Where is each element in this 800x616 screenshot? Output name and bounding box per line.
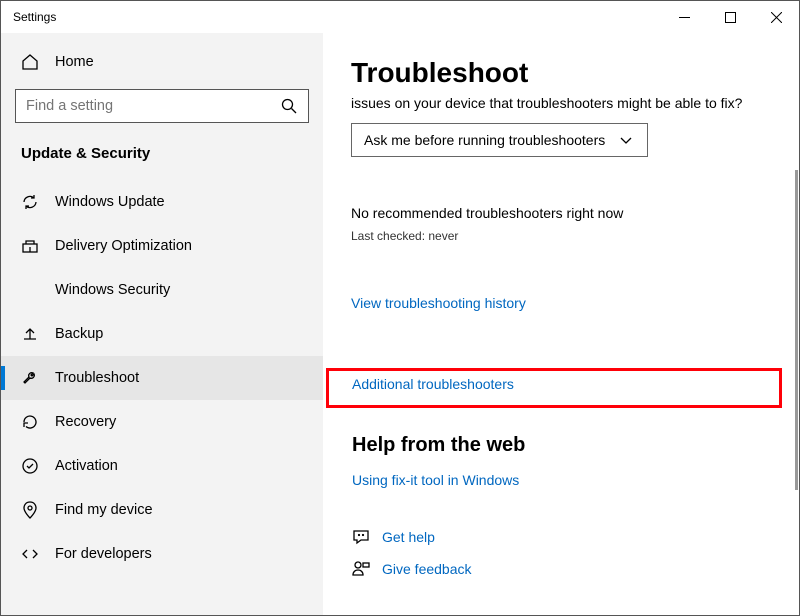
code-icon <box>21 545 39 563</box>
maximize-button[interactable] <box>707 1 753 33</box>
scrollbar[interactable] <box>795 170 798 490</box>
give-feedback-link[interactable]: Give feedback <box>352 560 472 578</box>
status-sub: Last checked: never <box>351 229 769 243</box>
nav-label: Windows Security <box>55 282 170 298</box>
section-header: Update & Security <box>1 137 323 180</box>
nav-label: For developers <box>55 546 152 562</box>
nav-troubleshoot[interactable]: Troubleshoot <box>1 356 323 400</box>
backup-icon <box>21 325 39 343</box>
nav-windows-security[interactable]: Windows Security <box>1 268 323 312</box>
additional-troubleshooters-link[interactable]: Additional troubleshooters <box>352 376 514 392</box>
recovery-icon <box>21 413 39 431</box>
nav-label: Backup <box>55 326 103 342</box>
nav-recovery[interactable]: Recovery <box>1 400 323 444</box>
home-label: Home <box>55 54 94 70</box>
titlebar: Settings <box>1 1 799 33</box>
nav-label: Activation <box>55 458 118 474</box>
get-help-link[interactable]: Get help <box>352 528 472 546</box>
minimize-button[interactable] <box>661 1 707 33</box>
chevron-down-icon <box>617 131 635 149</box>
feedback-label: Give feedback <box>382 561 472 577</box>
delivery-icon <box>21 237 39 255</box>
nav-windows-update[interactable]: Windows Update <box>1 180 323 224</box>
check-circle-icon <box>21 457 39 475</box>
window-title: Settings <box>13 10 56 24</box>
close-button[interactable] <box>753 1 799 33</box>
status-main: No recommended troubleshooters right now <box>351 205 769 221</box>
chat-icon <box>352 528 370 546</box>
get-help-label: Get help <box>382 529 435 545</box>
nav-find-my-device[interactable]: Find my device <box>1 488 323 532</box>
nav-label: Find my device <box>55 502 153 518</box>
nav-label: Troubleshoot <box>55 370 139 386</box>
nav-label: Recovery <box>55 414 116 430</box>
page-subtitle: issues on your device that troubleshoote… <box>351 95 769 111</box>
page-title: Troubleshoot <box>351 57 769 89</box>
nav-delivery-optimization[interactable]: Delivery Optimization <box>1 224 323 268</box>
nav-label: Delivery Optimization <box>55 238 192 254</box>
fixit-link[interactable]: Using fix-it tool in Windows <box>352 472 519 488</box>
nav-label: Windows Update <box>55 194 165 210</box>
home-nav[interactable]: Home <box>1 43 323 81</box>
help-section-title: Help from the web <box>352 434 525 457</box>
search-input[interactable] <box>26 98 280 114</box>
search-box[interactable] <box>15 89 309 123</box>
search-icon <box>280 97 298 115</box>
sync-icon <box>21 193 39 211</box>
nav-backup[interactable]: Backup <box>1 312 323 356</box>
home-icon <box>21 53 39 71</box>
dropdown-value: Ask me before running troubleshooters <box>364 132 605 148</box>
window-controls <box>661 1 799 33</box>
sidebar: Home Update & Security Windows Update De… <box>1 33 323 615</box>
wrench-icon <box>21 369 39 387</box>
shield-icon <box>21 281 39 299</box>
nav-for-developers[interactable]: For developers <box>1 532 323 576</box>
nav-activation[interactable]: Activation <box>1 444 323 488</box>
history-link[interactable]: View troubleshooting history <box>351 295 769 311</box>
feedback-icon <box>352 560 370 578</box>
troubleshooter-preference-dropdown[interactable]: Ask me before running troubleshooters <box>351 123 648 157</box>
location-icon <box>21 501 39 519</box>
